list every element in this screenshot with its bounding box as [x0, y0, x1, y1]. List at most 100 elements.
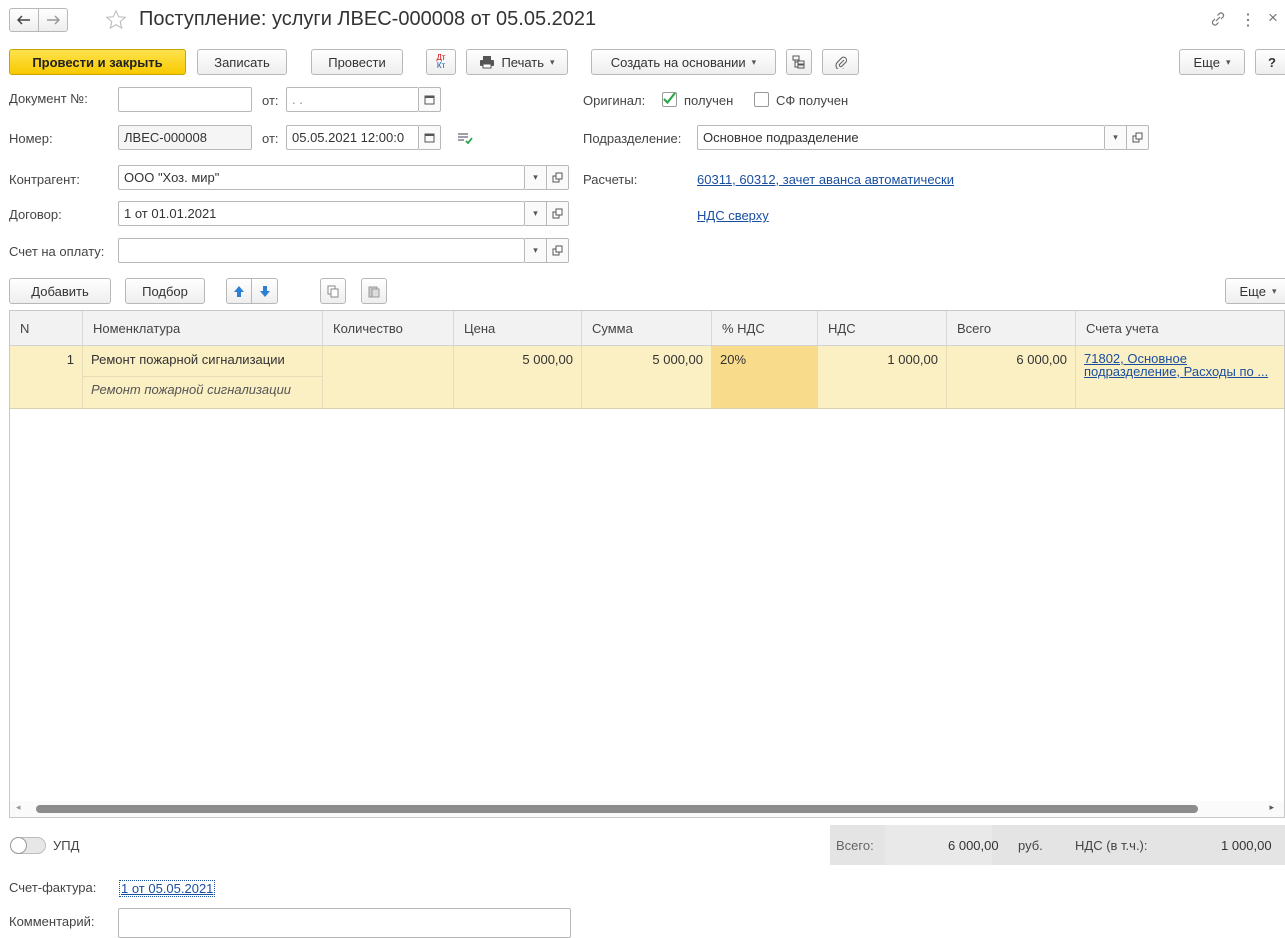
structure-button[interactable]: [786, 49, 812, 75]
col-header-price[interactable]: Цена: [454, 311, 582, 345]
col-header-nomenclature[interactable]: Номенклатура: [83, 311, 323, 345]
dtkt-button[interactable]: Дт Кт: [426, 49, 456, 75]
print-label: Печать: [501, 54, 545, 70]
col-header-vat-rate[interactable]: % НДС: [712, 311, 818, 345]
cell-accounts[interactable]: 71802, Основное подразделение, Расходы п…: [1076, 346, 1284, 408]
cell-quantity[interactable]: [323, 346, 454, 408]
col-header-quantity[interactable]: Количество: [323, 311, 454, 345]
invoice-for-payment-open-button[interactable]: [547, 238, 569, 263]
counterparty-dropdown-button[interactable]: ▾: [525, 165, 547, 190]
counterparty-input[interactable]: ООО "Хоз. мир": [118, 165, 525, 190]
table-header: N Номенклатура Количество Цена Сумма % Н…: [10, 311, 1284, 346]
close-icon[interactable]: ×: [1268, 8, 1278, 28]
sf-received-checkbox[interactable]: [754, 92, 769, 107]
open-window-icon: [1132, 132, 1143, 143]
cell-nomenclature-content: Ремонт пожарной сигнализации: [83, 376, 322, 402]
link-icon[interactable]: [1210, 11, 1226, 30]
department-open-button[interactable]: [1127, 125, 1149, 150]
department-dropdown-button[interactable]: ▾: [1105, 125, 1127, 150]
kt-label: Кт: [436, 61, 446, 70]
toggle-knob: [10, 837, 27, 854]
chevron-down-icon: ▾: [1271, 285, 1277, 296]
cell-total[interactable]: 6 000,00: [947, 346, 1076, 408]
move-down-button[interactable]: [251, 278, 278, 304]
settlements-link[interactable]: 60311, 60312, зачет аванса автоматически: [697, 172, 954, 187]
number-date-calendar-button[interactable]: [419, 125, 441, 150]
number-date-input[interactable]: 05.05.2021 12:00:0: [286, 125, 419, 150]
chevron-down-icon: ▾: [550, 56, 555, 67]
print-button[interactable]: Печать ▾: [466, 49, 568, 75]
upd-label: УПД: [53, 838, 80, 853]
cell-vat[interactable]: 1 000,00: [818, 346, 947, 408]
counterparty-open-button[interactable]: [547, 165, 569, 190]
col-header-n[interactable]: N: [10, 311, 83, 345]
cell-price[interactable]: 5 000,00: [454, 346, 582, 408]
col-header-vat[interactable]: НДС: [818, 311, 947, 345]
contract-dropdown-button[interactable]: ▾: [525, 201, 547, 226]
department-label: Подразделение:: [583, 131, 682, 146]
original-received-checkbox[interactable]: [662, 92, 677, 107]
more-button[interactable]: Еще ▾: [1179, 49, 1245, 75]
chevron-down-icon: ▾: [1225, 56, 1231, 67]
number-label: Номер:: [9, 131, 53, 146]
create-based-on-button[interactable]: Создать на основании ▾: [591, 49, 776, 75]
arrow-right-icon: [47, 15, 60, 25]
doc-number-label: Документ №:: [9, 91, 88, 106]
doc-date-calendar-button[interactable]: [419, 87, 441, 112]
vat-on-top-link[interactable]: НДС сверху: [697, 208, 769, 223]
open-window-icon: [552, 172, 563, 183]
post-and-close-button[interactable]: Провести и закрыть: [9, 49, 186, 75]
history-icon[interactable]: [457, 132, 473, 147]
attach-button[interactable]: [822, 49, 859, 75]
select-button[interactable]: Подбор: [125, 278, 205, 304]
help-button[interactable]: ?: [1255, 49, 1285, 75]
number-date-from-label: от:: [262, 131, 279, 146]
hierarchy-icon: [792, 55, 805, 69]
scroll-left-icon[interactable]: ◂: [16, 802, 21, 813]
original-received-label: получен: [684, 93, 734, 108]
post-button[interactable]: Провести: [311, 49, 403, 75]
back-button[interactable]: [9, 8, 39, 32]
forward-button[interactable]: [38, 8, 68, 32]
table-more-button[interactable]: Еще ▾: [1225, 278, 1285, 304]
comment-input[interactable]: [118, 908, 571, 938]
doc-number-input[interactable]: [118, 87, 252, 112]
total-value: 6 000,00: [948, 838, 999, 853]
cell-sum[interactable]: 5 000,00: [582, 346, 712, 408]
scroll-right-icon[interactable]: ▸: [1269, 802, 1274, 813]
open-window-icon: [552, 245, 563, 256]
original-label: Оригинал:: [583, 93, 646, 108]
table-row[interactable]: 1 Ремонт пожарной сигнализации Ремонт по…: [10, 346, 1284, 409]
horizontal-scrollbar[interactable]: ◂ ▸: [10, 801, 1284, 817]
invoice-for-payment-input[interactable]: [118, 238, 525, 263]
save-button[interactable]: Записать: [197, 49, 287, 75]
scrollbar-thumb[interactable]: [36, 805, 1198, 813]
contract-input[interactable]: 1 от 01.01.2021: [118, 201, 525, 226]
col-header-accounts[interactable]: Счета учета: [1076, 311, 1284, 345]
paperclip-icon: [834, 56, 847, 69]
menu-dots-icon[interactable]: ⋮: [1240, 10, 1256, 30]
paste-button[interactable]: [361, 278, 387, 304]
upd-toggle[interactable]: [10, 837, 46, 854]
copy-button[interactable]: [320, 278, 346, 304]
add-row-button[interactable]: Добавить: [9, 278, 111, 304]
move-up-button[interactable]: [226, 278, 252, 304]
open-window-icon: [552, 208, 563, 219]
create-based-on-label: Создать на основании: [610, 54, 746, 70]
number-input[interactable]: ЛВЕС-000008: [118, 125, 252, 150]
cell-nomenclature[interactable]: Ремонт пожарной сигнализации Ремонт пожа…: [83, 346, 323, 408]
col-header-total[interactable]: Всего: [947, 311, 1076, 345]
col-header-sum[interactable]: Сумма: [582, 311, 712, 345]
favorite-star-icon[interactable]: [105, 9, 127, 34]
invoice-for-payment-dropdown-button[interactable]: ▾: [525, 238, 547, 263]
cell-vat-rate[interactable]: 20%: [712, 346, 818, 408]
copy-icon: [327, 285, 339, 297]
invoice-link[interactable]: 1 от 05.05.2021: [119, 880, 216, 897]
accounts-link-line2[interactable]: подразделение, Расходы по ...: [1084, 365, 1278, 378]
services-table: N Номенклатура Количество Цена Сумма % Н…: [9, 310, 1285, 818]
currency-label: руб.: [1018, 838, 1043, 853]
department-input[interactable]: Основное подразделение: [697, 125, 1105, 150]
doc-date-input[interactable]: . .: [286, 87, 419, 112]
arrow-left-icon: [17, 15, 30, 25]
contract-open-button[interactable]: [547, 201, 569, 226]
